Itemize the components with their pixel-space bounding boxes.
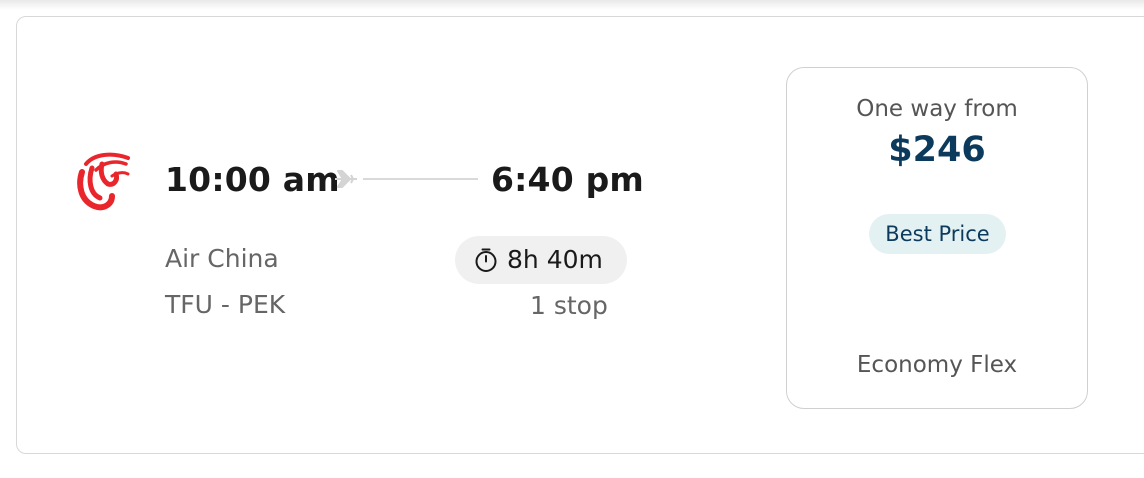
air-china-logo-icon	[77, 152, 130, 211]
plane-icon	[335, 170, 357, 188]
airline-name: Air China	[165, 244, 279, 273]
duration-text: 8h 40m	[507, 245, 603, 274]
top-shadow	[0, 0, 1144, 10]
airport-route: TFU - PEK	[165, 290, 286, 319]
fare-label: One way from	[856, 96, 1018, 122]
route-line	[335, 170, 478, 188]
departure-time: 10:00 am	[165, 160, 340, 199]
cabin-class: Economy Flex	[856, 352, 1018, 378]
fare-price: $246	[888, 130, 986, 170]
best-price-badge: Best Price	[869, 214, 1006, 254]
duration-badge: 8h 40m	[455, 236, 627, 284]
flight-result-card[interactable]: 10:00 am 6:40 pm Air China TFU - PEK 8h …	[16, 16, 1144, 454]
fare-option[interactable]: One way from $246 Best Price Economy Fle…	[786, 67, 1088, 409]
stops-count: 1 stop	[530, 291, 608, 320]
stopwatch-icon	[475, 248, 497, 272]
arrival-time: 6:40 pm	[491, 160, 644, 199]
